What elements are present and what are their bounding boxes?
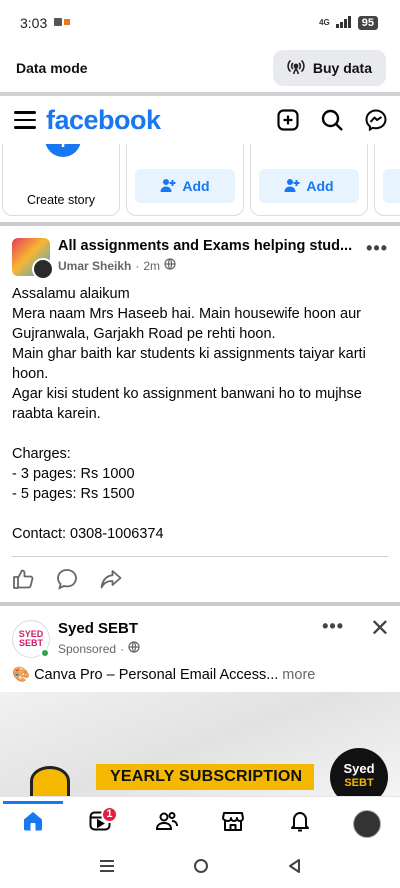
broadcast-icon — [287, 58, 305, 79]
messenger-icon[interactable] — [364, 108, 388, 132]
buy-data-button[interactable]: Buy data — [272, 50, 386, 86]
meta-separator: · — [120, 641, 125, 656]
online-indicator — [40, 648, 50, 658]
clock: 3:03 — [20, 15, 48, 31]
see-more-link[interactable]: more — [278, 667, 315, 683]
post-meta: Umar Sheikh · 2m — [58, 258, 176, 273]
profile-avatar — [352, 809, 381, 838]
notification-badge: 1 — [100, 805, 118, 823]
post-line: Contact: 0308-1006374 — [12, 526, 164, 542]
create-story-label: Create story — [26, 193, 96, 207]
post-line: Mera naam Mrs Haseeb hai. Main housewife… — [12, 306, 361, 342]
post-line: Assalamu alaikum — [12, 286, 130, 302]
signal-icon — [335, 15, 352, 31]
meta-separator: · — [135, 258, 140, 273]
post-line: Charges: — [12, 446, 71, 462]
public-globe-icon — [164, 258, 176, 273]
like-icon[interactable] — [12, 568, 34, 590]
home-icon — [21, 809, 45, 838]
battery-level: 95 — [357, 16, 378, 30]
add-friend-button[interactable]: Add — [135, 169, 235, 203]
stories-row: + Create story Add Add — [0, 144, 400, 220]
status-bar: 3:03 4G 95 — [0, 0, 400, 46]
home-button-icon[interactable] — [193, 858, 209, 879]
network-type: 4G — [319, 18, 330, 27]
app-header: facebook — [0, 96, 400, 144]
close-icon[interactable]: ✕ — [370, 614, 390, 643]
suggested-friend-card: Add — [126, 144, 244, 216]
menu-icon[interactable] — [14, 111, 36, 129]
buy-data-label: Buy data — [312, 60, 372, 76]
add-friend-button[interactable]: Add — [259, 169, 359, 203]
ad-banner-text: YEARLY SUBSCRIPTION — [96, 764, 315, 790]
share-icon[interactable] — [100, 568, 122, 590]
ad-decoration — [30, 766, 70, 796]
seal-line: SEBT — [344, 777, 374, 789]
friends-icon — [155, 809, 179, 838]
sponsored-label: Sponsored — [58, 641, 117, 656]
nav-home[interactable] — [3, 800, 64, 844]
nav-reels[interactable]: 1 — [80, 804, 120, 844]
seal-line: Syed — [343, 761, 375, 776]
feed-post: All assignments and Exams helping stud..… — [0, 226, 400, 602]
data-mode-label: Data mode — [16, 60, 88, 76]
group-name[interactable]: All assignments and Exams helping stud..… — [58, 238, 354, 254]
sponsored-meta: Sponsored · — [58, 641, 140, 656]
comment-icon[interactable] — [56, 568, 78, 590]
ad-seal: Syed SEBT — [330, 748, 388, 796]
bottom-navigation: 1 — [0, 796, 400, 848]
nav-notifications[interactable] — [280, 804, 320, 844]
ad-more-options-icon[interactable]: ••• — [322, 616, 344, 637]
marketplace-icon — [221, 809, 245, 838]
add-friend-button[interactable] — [383, 169, 400, 203]
post-line — [12, 504, 388, 524]
create-icon[interactable] — [276, 108, 300, 132]
add-label: Add — [306, 178, 334, 194]
create-story-card[interactable]: + Create story — [2, 144, 120, 216]
data-mode-bar: Data mode Buy data — [0, 46, 400, 90]
author-avatar[interactable] — [32, 258, 54, 280]
public-globe-icon — [128, 641, 140, 656]
suggested-friend-card — [374, 144, 400, 216]
post-header: All assignments and Exams helping stud..… — [12, 236, 388, 280]
notification-icon — [53, 15, 71, 31]
search-icon[interactable] — [320, 108, 344, 132]
nav-marketplace[interactable] — [213, 804, 253, 844]
add-friend-icon — [160, 177, 176, 196]
author-name[interactable]: Umar Sheikh — [58, 259, 131, 273]
bell-icon — [288, 809, 312, 838]
post-line — [12, 424, 388, 444]
post-more-options-icon[interactable]: ••• — [366, 238, 388, 259]
ad-text: 🎨 Canva Pro – Personal Email Access... m… — [12, 666, 315, 683]
facebook-logo[interactable]: facebook — [46, 105, 276, 136]
nav-friends[interactable] — [147, 804, 187, 844]
post-line: - 3 pages: Rs 1000 — [12, 466, 135, 482]
post-time[interactable]: 2m — [143, 259, 160, 273]
add-friend-icon — [284, 177, 300, 196]
divider — [12, 556, 388, 557]
ad-caption: 🎨 Canva Pro – Personal Email Access... — [12, 667, 279, 683]
suggested-friend-card: Add — [250, 144, 368, 216]
ad-image[interactable]: YEARLY SUBSCRIPTION Syed SEBT — [0, 692, 400, 796]
post-line: Agar kisi student ko assignment banwani … — [12, 386, 362, 422]
post-line: - 5 pages: Rs 1500 — [12, 486, 135, 502]
plus-icon: + — [45, 144, 81, 157]
system-navigation-bar — [0, 848, 400, 888]
nav-profile[interactable] — [347, 804, 387, 844]
advertiser-name[interactable]: Syed SEBT — [58, 620, 138, 637]
add-label: Add — [182, 178, 210, 194]
post-actions — [12, 568, 122, 590]
sponsored-post: SYED SEBT Syed SEBT Sponsored · ••• ✕ 🎨 … — [0, 606, 400, 796]
back-icon[interactable] — [287, 858, 301, 879]
post-line: Main ghar baith kar students ki assignme… — [12, 346, 366, 382]
post-body: Assalamu alaikum Mera naam Mrs Haseeb ha… — [12, 284, 388, 544]
recent-apps-icon[interactable] — [99, 859, 115, 878]
